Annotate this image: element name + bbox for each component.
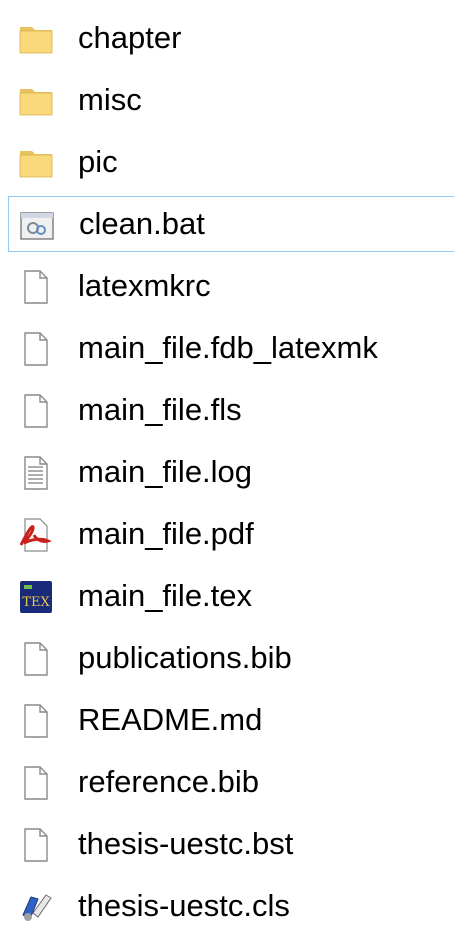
file-row-main-file-tex[interactable]: TEX main_file.tex: [8, 568, 454, 624]
file-name: main_file.fls: [78, 392, 242, 427]
file-row-chapter[interactable]: chapter: [8, 10, 454, 66]
blank-file-icon: [18, 827, 54, 863]
file-row-clean-bat[interactable]: clean.bat: [8, 196, 454, 252]
file-name: main_file.pdf: [78, 516, 254, 551]
folder-icon: [18, 21, 54, 57]
file-row-main-file-pdf[interactable]: main_file.pdf: [8, 506, 454, 562]
file-name: thesis-uestc.bst: [78, 826, 294, 861]
file-row-main-file-fls[interactable]: main_file.fls: [8, 382, 454, 438]
folder-icon: [18, 83, 54, 119]
blank-file-icon: [18, 269, 54, 305]
file-name: main_file.fdb_latexmk: [78, 330, 378, 365]
file-name: clean.bat: [79, 206, 205, 241]
file-row-main-file-fdb-latexmk[interactable]: main_file.fdb_latexmk: [8, 320, 454, 376]
file-name: thesis-uestc.cls: [78, 888, 290, 923]
file-list: chapter misc pic clean.bat latexmkrc mai…: [0, 0, 454, 938]
file-row-misc[interactable]: misc: [8, 72, 454, 128]
file-name: pic: [78, 144, 118, 179]
file-name: misc: [78, 82, 142, 117]
blank-file-icon: [18, 703, 54, 739]
file-name: publications.bib: [78, 640, 292, 675]
file-row-readme-md[interactable]: README.md: [8, 692, 454, 748]
cls-file-icon: [18, 889, 54, 925]
file-row-thesis-uestc-bst[interactable]: thesis-uestc.bst: [8, 816, 454, 872]
file-row-latexmkrc[interactable]: latexmkrc: [8, 258, 454, 314]
file-name: README.md: [78, 702, 263, 737]
file-row-main-file-log[interactable]: main_file.log: [8, 444, 454, 500]
file-row-reference-bib[interactable]: reference.bib: [8, 754, 454, 810]
file-row-thesis-uestc-cls[interactable]: thesis-uestc.cls: [8, 878, 454, 934]
blank-file-icon: [18, 393, 54, 429]
blank-file-icon: [18, 331, 54, 367]
folder-icon: [18, 145, 54, 181]
file-name: chapter: [78, 20, 182, 55]
file-name: latexmkrc: [78, 268, 211, 303]
tex-file-icon: TEX: [18, 579, 54, 615]
file-name: reference.bib: [78, 764, 259, 799]
file-row-pic[interactable]: pic: [8, 134, 454, 190]
pdf-file-icon: [18, 517, 54, 553]
file-name: main_file.log: [78, 454, 253, 489]
blank-file-icon: [18, 765, 54, 801]
file-name: main_file.tex: [78, 578, 253, 613]
batch-file-icon: [19, 208, 55, 244]
blank-file-icon: [18, 641, 54, 677]
text-file-icon: [18, 455, 54, 491]
svg-text:TEX: TEX: [22, 595, 50, 610]
file-row-publications-bib[interactable]: publications.bib: [8, 630, 454, 686]
